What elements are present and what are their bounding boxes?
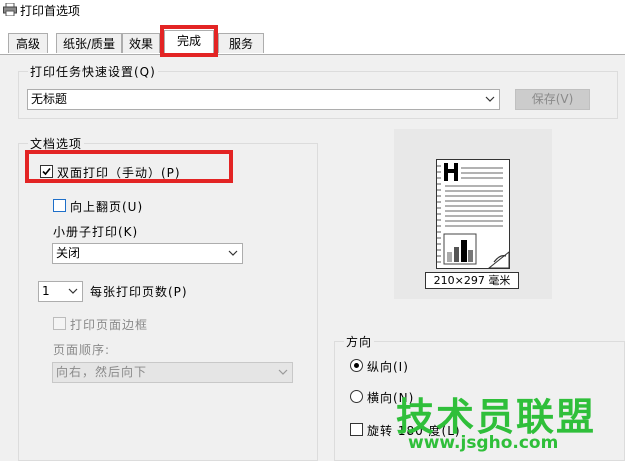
watermark-url: www.jsgho.com xyxy=(408,433,559,453)
title-bar: 打印首选项 xyxy=(0,0,625,22)
tab-paper-quality[interactable]: 纸张/质量 xyxy=(56,33,122,53)
radio-dot xyxy=(354,363,359,368)
pages-per-sheet-select[interactable]: 1 xyxy=(38,281,83,302)
page-border-checkbox[interactable] xyxy=(53,317,66,330)
pages-per-sheet-value: 1 xyxy=(42,284,50,298)
tab-label: 纸张/质量 xyxy=(62,37,116,51)
booklet-value: 关闭 xyxy=(56,246,81,260)
window-title: 打印首选项 xyxy=(20,4,81,18)
document-options-group xyxy=(18,143,318,461)
page-order-select[interactable]: 向右，然后向下 xyxy=(52,362,293,383)
paper-preview xyxy=(435,159,510,269)
pages-per-sheet-label: 每张打印页数(P) xyxy=(90,285,188,299)
save-button-label: 保存(V) xyxy=(531,92,574,106)
quick-settings-value: 无标题 xyxy=(31,92,68,106)
orientation-legend: 方向 xyxy=(344,333,375,350)
page-order-label: 页面顺序: xyxy=(53,343,111,357)
tab-effects[interactable]: 效果 xyxy=(122,33,160,53)
booklet-select[interactable]: 关闭 xyxy=(52,243,243,264)
tab-label: 服务 xyxy=(228,37,253,51)
chevron-down-icon xyxy=(68,288,78,294)
flip-up-label: 向上翻页(U) xyxy=(70,200,144,214)
flip-up-checkbox[interactable] xyxy=(53,199,66,212)
document-preview-icon xyxy=(435,163,510,269)
page-border-label: 打印页面边框 xyxy=(70,318,149,332)
chevron-down-icon xyxy=(228,250,238,256)
tab-label: 效果 xyxy=(128,37,153,51)
booklet-label: 小册子打印(K) xyxy=(53,225,139,239)
quick-settings-select[interactable]: 无标题 xyxy=(27,89,500,110)
chevron-down-icon xyxy=(485,96,495,102)
duplex-highlight-box xyxy=(25,150,233,183)
rotate-180-checkbox[interactable] xyxy=(350,423,363,436)
tab-advanced[interactable]: 高级 xyxy=(8,33,48,53)
chevron-down-icon xyxy=(278,369,288,375)
quick-settings-legend: 打印任务快速设置(Q) xyxy=(28,63,158,80)
tab-label: 高级 xyxy=(15,37,40,51)
landscape-radio[interactable] xyxy=(350,390,363,403)
portrait-radio[interactable] xyxy=(350,359,363,372)
paper-size-label: 210×297 毫米 xyxy=(425,272,519,289)
printer-icon xyxy=(3,3,17,16)
tab-highlight-box xyxy=(160,25,218,57)
page-order-value: 向右，然后向下 xyxy=(56,365,148,379)
tab-services[interactable]: 服务 xyxy=(218,33,264,53)
save-button[interactable]: 保存(V) xyxy=(515,89,590,110)
portrait-label: 纵向(I) xyxy=(367,360,409,374)
